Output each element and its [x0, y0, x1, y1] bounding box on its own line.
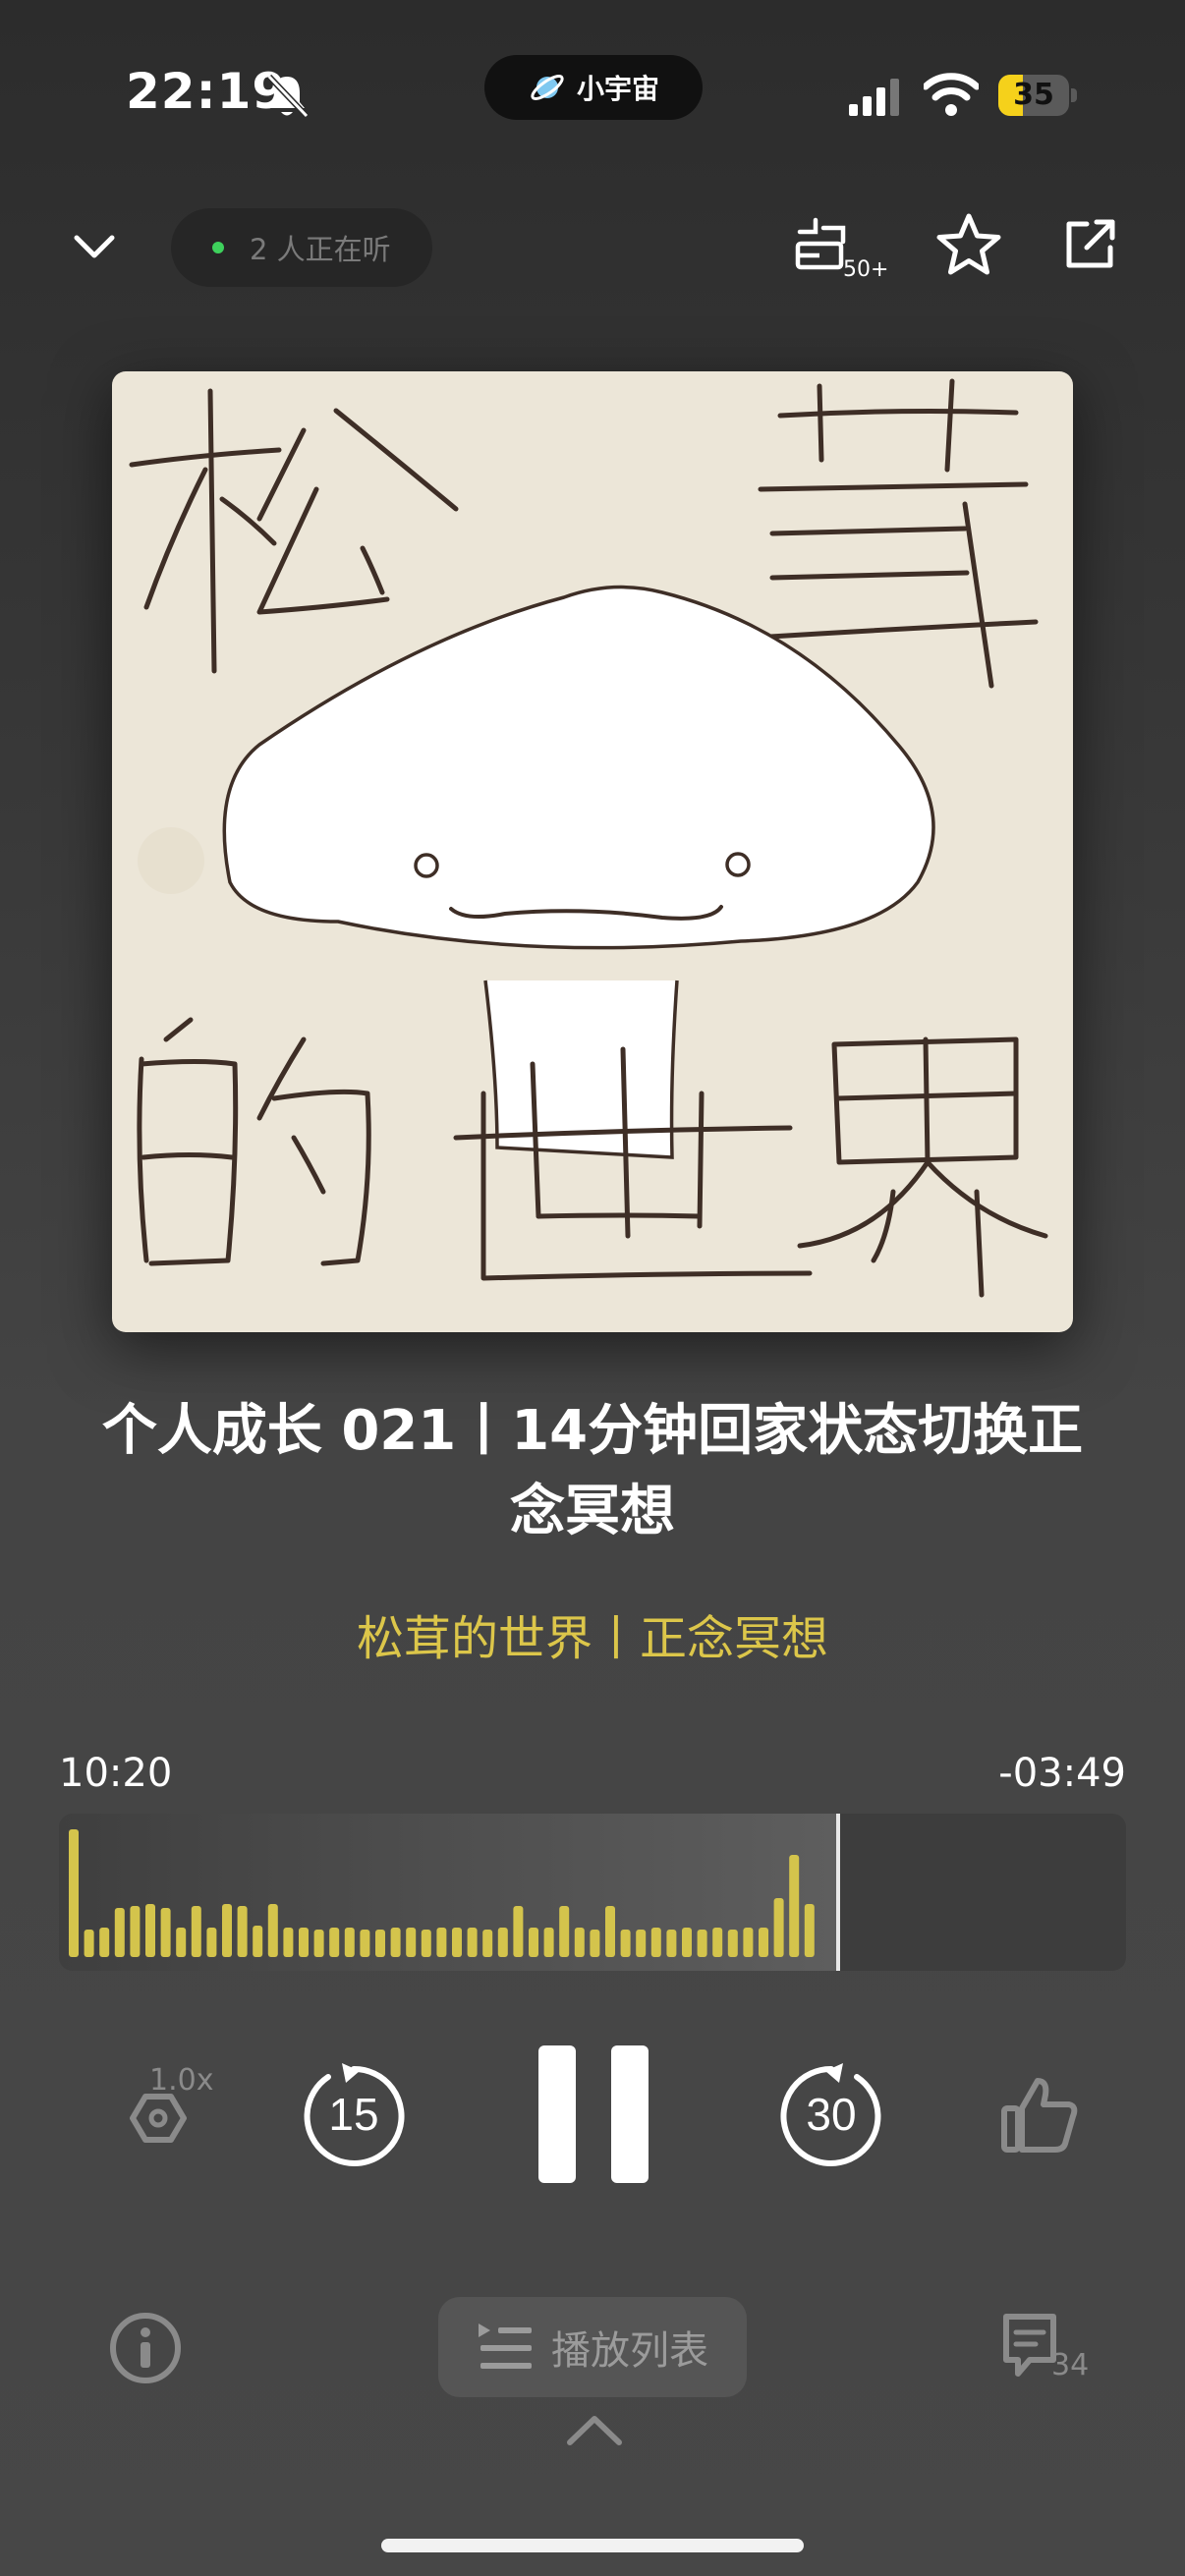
playlist-button[interactable]: 播放列表	[438, 2297, 747, 2397]
waveform-bar	[313, 1930, 324, 1957]
waveform-bar	[712, 1928, 723, 1957]
listening-text: 2 人正在听	[250, 233, 391, 266]
planet-icon	[531, 75, 564, 100]
forward-seconds: 30	[806, 2089, 856, 2140]
speed-button[interactable]: 1.0x	[100, 2063, 218, 2171]
waveform-bar	[267, 1904, 278, 1957]
waveform-bar	[697, 1930, 707, 1957]
dynamic-island[interactable]: 小宇宙	[484, 55, 703, 120]
waveform-bar	[436, 1928, 447, 1957]
episode-title: 个人成长 021丨14分钟回家状态切换正念冥想	[101, 1399, 1084, 1543]
waveform-bar	[206, 1928, 217, 1957]
playlist-icon	[479, 2324, 532, 2369]
thumbs-up-icon[interactable]	[998, 2073, 1081, 2156]
island-label: 小宇宙	[576, 73, 659, 105]
waveform-bar	[69, 1829, 79, 1957]
bell-slash-icon	[266, 74, 309, 119]
waveform-bar	[299, 1928, 309, 1957]
waveform-bar	[666, 1930, 677, 1957]
waveform-bar	[513, 1906, 524, 1957]
waveform-bar	[773, 1898, 784, 1957]
playlist-label: 播放列表	[551, 2328, 708, 2374]
waveform-bar	[375, 1930, 385, 1957]
waveform-bar	[253, 1926, 263, 1957]
waveform-bar	[620, 1930, 631, 1957]
podcast-name[interactable]: 松茸的世界丨正念冥想	[79, 1599, 1106, 1668]
comment-count: 34	[1051, 2348, 1090, 2382]
waveform-bar	[804, 1904, 815, 1957]
waveform-bar	[191, 1906, 201, 1957]
time-remaining: -03:49	[998, 1751, 1126, 1796]
pause-icon	[538, 2045, 649, 2183]
share-icon[interactable]	[1061, 216, 1118, 273]
speed-label: 1.0x	[149, 2063, 214, 2098]
waveform-bar	[789, 1855, 800, 1957]
waveform-bar	[590, 1930, 600, 1957]
waveform-bar	[727, 1930, 738, 1957]
waveform-bar	[145, 1904, 155, 1957]
waveform-bar	[559, 1906, 570, 1957]
rewind-button[interactable]: 15	[299, 2059, 409, 2169]
waveform-bar	[283, 1928, 294, 1957]
time-elapsed: 10:20	[59, 1751, 173, 1796]
waveform-bar	[574, 1928, 585, 1957]
mushroom-artwork	[129, 378, 1048, 1298]
waveform-bar	[84, 1930, 94, 1957]
subscribe-button[interactable]: 50+	[794, 214, 888, 287]
waveform-bar	[605, 1906, 615, 1957]
waveform-bars	[69, 1814, 840, 1971]
waveform-bar	[114, 1908, 125, 1957]
waveform-bar	[344, 1928, 355, 1957]
pause-button[interactable]	[536, 2044, 650, 2185]
waveform-bar	[237, 1906, 248, 1957]
chevron-up-icon[interactable]	[564, 2411, 625, 2450]
waveform-bar	[482, 1930, 493, 1957]
waveform-bar	[176, 1928, 187, 1957]
waveform-bar	[759, 1928, 768, 1957]
waveform-bar	[650, 1928, 661, 1957]
wifi-icon	[924, 73, 979, 116]
waveform-bar	[406, 1928, 417, 1957]
waveform-bar	[329, 1928, 340, 1957]
waveform-bar	[497, 1928, 508, 1957]
waveform-bar	[421, 1930, 431, 1957]
progress-waveform[interactable]	[59, 1814, 1126, 1971]
signal-icon	[849, 79, 899, 116]
star-icon[interactable]	[935, 212, 1002, 277]
home-indicator[interactable]	[381, 2539, 804, 2552]
waveform-bar	[467, 1928, 478, 1957]
waveform-bar	[682, 1928, 692, 1957]
listening-dot	[212, 242, 224, 253]
comment-button[interactable]: 34	[1000, 2309, 1099, 2391]
info-icon[interactable]	[108, 2311, 183, 2385]
waveform-bar	[390, 1928, 401, 1957]
waveform-bar	[130, 1906, 141, 1957]
waveform-bar	[99, 1928, 110, 1957]
rewind-icon: 15	[304, 2063, 405, 2166]
listening-indicator[interactable]: 2 人正在听	[171, 208, 432, 287]
cover-art	[112, 371, 1073, 1332]
waveform-bar	[636, 1930, 647, 1957]
waveform-bar	[529, 1928, 538, 1957]
subscribe-count: 50+	[843, 257, 889, 282]
battery-level: 35	[1013, 78, 1054, 112]
waveform-bar	[222, 1904, 232, 1957]
rewind-seconds: 15	[328, 2089, 378, 2140]
forward-button[interactable]: 30	[776, 2059, 886, 2169]
waveform-bar	[543, 1928, 554, 1957]
battery-indicator: 35	[998, 75, 1077, 116]
waveform-bar	[743, 1928, 754, 1957]
comment-icon	[1003, 2314, 1056, 2377]
status-time: 22:19	[126, 63, 288, 120]
waveform-bar	[360, 1930, 370, 1957]
waveform-bar	[452, 1928, 462, 1957]
forward-icon: 30	[780, 2063, 881, 2166]
chevron-down-icon[interactable]	[69, 222, 120, 273]
waveform-bar	[160, 1908, 171, 1957]
playhead[interactable]	[836, 1814, 840, 1971]
